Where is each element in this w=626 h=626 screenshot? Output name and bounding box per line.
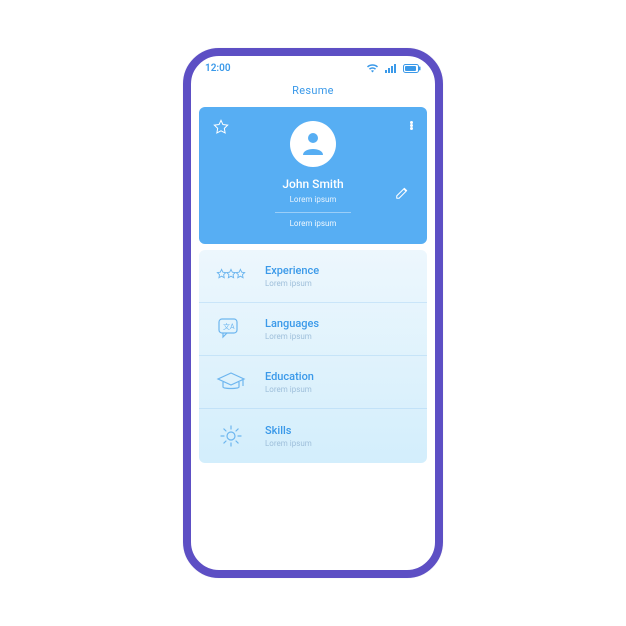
gear-icon [215, 423, 247, 449]
status-time: 12:00 [205, 63, 231, 74]
section-subtitle: Lorem ipsum [265, 385, 411, 394]
svg-text:文: 文 [223, 322, 230, 331]
status-indicators [366, 63, 421, 73]
person-icon [298, 127, 328, 161]
signal-icon [385, 64, 397, 73]
section-education[interactable]: Education Lorem ipsum [199, 356, 427, 409]
menu-button[interactable] [410, 121, 413, 130]
graduation-cap-icon [215, 371, 247, 393]
edit-button[interactable] [395, 185, 409, 204]
stars-icon [215, 267, 247, 285]
section-experience[interactable]: Experience Lorem ipsum [199, 250, 427, 303]
wifi-icon [366, 63, 379, 73]
phone-frame: 12:00 Resume [183, 48, 443, 578]
profile-card: John Smith Lorem ipsum Lorem ipsum [199, 107, 427, 244]
status-bar: 12:00 [191, 56, 435, 80]
profile-description: Lorem ipsum [215, 219, 411, 228]
section-languages[interactable]: 文 A Languages Lorem ipsum [199, 303, 427, 356]
page-title: Resume [191, 80, 435, 107]
battery-icon [403, 64, 421, 73]
avatar[interactable] [290, 121, 336, 167]
translate-icon: 文 A [215, 317, 247, 341]
profile-name: John Smith [215, 177, 411, 191]
section-title: Languages [265, 317, 411, 330]
divider [275, 212, 351, 213]
star-icon [213, 120, 229, 139]
pencil-icon [395, 185, 409, 204]
section-title: Experience [265, 264, 411, 277]
profile-subtitle: Lorem ipsum [215, 195, 411, 204]
svg-text:A: A [230, 323, 235, 331]
section-subtitle: Lorem ipsum [265, 332, 411, 341]
favorite-button[interactable] [213, 119, 229, 139]
section-subtitle: Lorem ipsum [265, 279, 411, 288]
section-title: Education [265, 370, 411, 383]
section-subtitle: Lorem ipsum [265, 439, 411, 448]
section-skills[interactable]: Skills Lorem ipsum [199, 409, 427, 463]
more-vertical-icon [410, 121, 413, 130]
section-title: Skills [265, 424, 411, 437]
sections-list: Experience Lorem ipsum 文 A Languages Lor… [199, 250, 427, 463]
